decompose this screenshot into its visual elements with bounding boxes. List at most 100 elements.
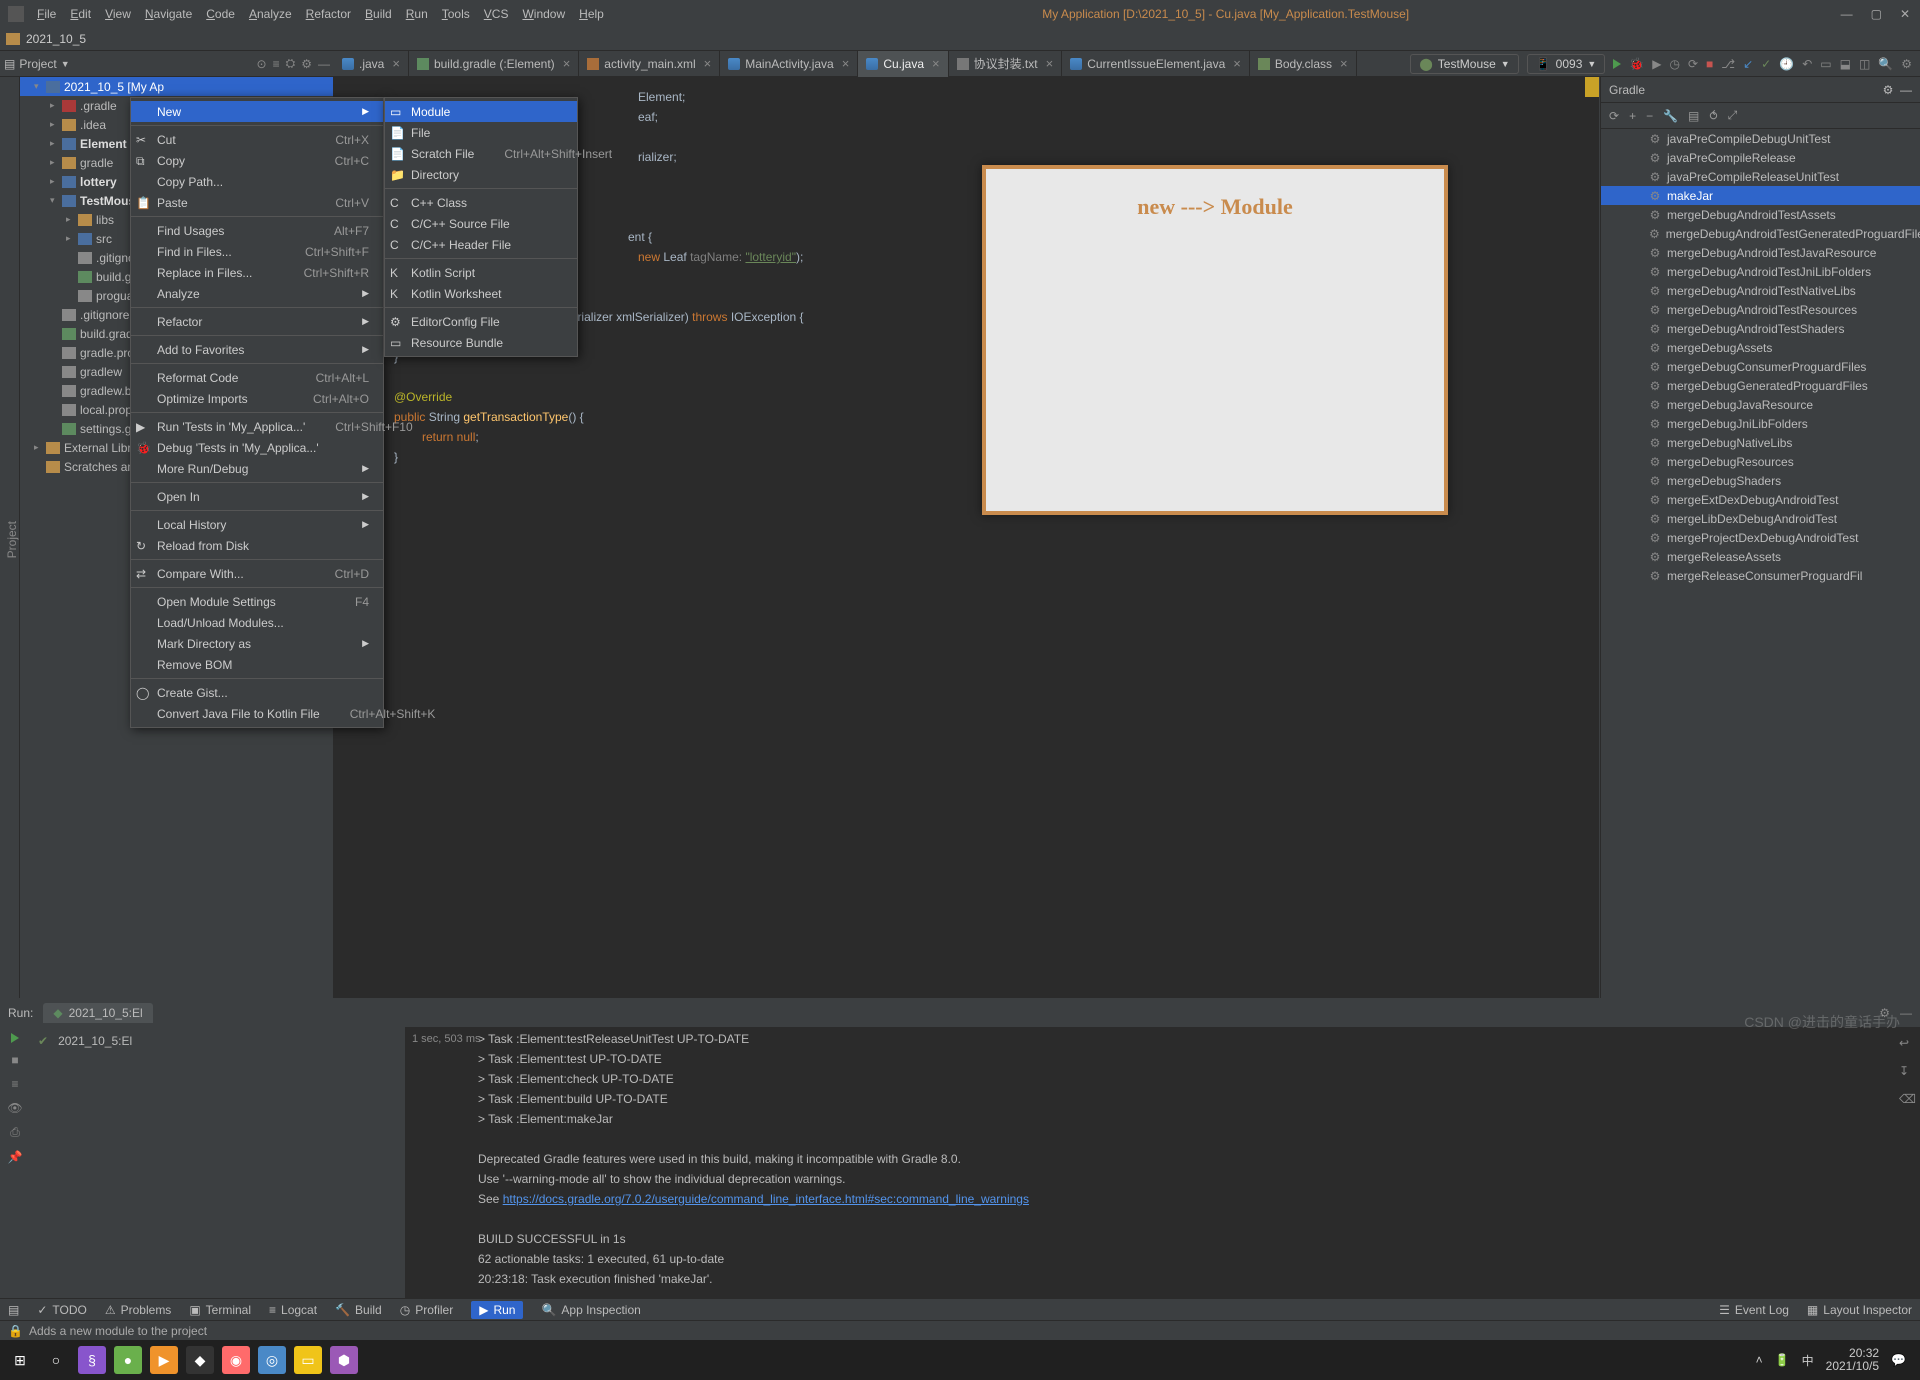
menu-item[interactable]: 🐞Debug 'Tests in 'My_Applica...'	[131, 437, 383, 458]
tool-build[interactable]: 🔨Build	[335, 1301, 382, 1319]
gradle-task[interactable]: ⚙mergeReleaseAssets	[1601, 547, 1920, 566]
gradle-task[interactable]: ⚙mergeDebugNativeLibs	[1601, 433, 1920, 452]
hide-icon[interactable]: —	[318, 57, 330, 71]
expand-icon[interactable]: ⤢	[1728, 108, 1738, 123]
menu-vcs[interactable]: VCS	[477, 3, 516, 25]
gradle-task[interactable]: ⚙mergeProjectDexDebugAndroidTest	[1601, 528, 1920, 547]
menu-item[interactable]: Refactor▶	[131, 311, 383, 332]
debug-icon[interactable]: 🐞	[1629, 57, 1644, 71]
menu-item[interactable]: Add to Favorites▶	[131, 339, 383, 360]
profile-icon[interactable]: ◷	[1669, 57, 1679, 71]
gear-icon[interactable]: ⚙	[1879, 1006, 1890, 1020]
gradle-task[interactable]: ⚙mergeDebugAndroidTestJavaResource	[1601, 243, 1920, 262]
menu-item[interactable]: Open Module SettingsF4	[131, 591, 383, 612]
gradle-task[interactable]: ⚙mergeDebugJniLibFolders	[1601, 414, 1920, 433]
app-icon-1[interactable]: §	[78, 1346, 106, 1374]
gradle-task[interactable]: ⚙mergeExtDexDebugAndroidTest	[1601, 490, 1920, 509]
editor-tab[interactable]: build.gradle (:Element)×	[409, 51, 579, 77]
gradle-task[interactable]: ⚙mergeDebugAndroidTestGeneratedProguardF…	[1601, 224, 1920, 243]
gradle-task[interactable]: ⚙javaPreCompileDebugUnitTest	[1601, 129, 1920, 148]
notification-icon[interactable]: 💬	[1891, 1353, 1906, 1367]
close-tab-icon[interactable]: ×	[704, 56, 712, 71]
expand-icon[interactable]: ⛭	[286, 56, 296, 71]
docs-link[interactable]: https://docs.gradle.org/7.0.2/userguide/…	[503, 1192, 1029, 1206]
menu-item[interactable]: Load/Unload Modules...	[131, 612, 383, 633]
app-icon-3[interactable]: ▶	[150, 1346, 178, 1374]
menu-analyze[interactable]: Analyze	[242, 3, 299, 25]
gradle-task[interactable]: ⚙javaPreCompileReleaseUnitTest	[1601, 167, 1920, 186]
tool-logcat[interactable]: ≡Logcat	[269, 1301, 317, 1319]
editor-tab[interactable]: CurrentIssueElement.java×	[1062, 51, 1250, 77]
exec-icon[interactable]: ⥀	[1709, 109, 1717, 123]
gradle-task[interactable]: ⚙mergeReleaseConsumerProguardFil	[1601, 566, 1920, 585]
sort-icon[interactable]: ≡	[273, 57, 280, 71]
menu-item[interactable]: KKotlin Script	[385, 262, 577, 283]
menu-item[interactable]: Convert Java File to Kotlin FileCtrl+Alt…	[131, 703, 383, 724]
gradle-task[interactable]: ⚙mergeDebugAndroidTestShaders	[1601, 319, 1920, 338]
menu-item[interactable]: Analyze▶	[131, 283, 383, 304]
clock-date[interactable]: 2021/10/5	[1826, 1360, 1879, 1373]
editor-tab[interactable]: Body.class×	[1250, 51, 1357, 77]
menu-item[interactable]: Optimize ImportsCtrl+Alt+O	[131, 388, 383, 409]
project-stripe[interactable]: Project	[5, 521, 19, 558]
menu-item[interactable]: ▭Module	[385, 101, 577, 122]
menu-item[interactable]: CC/C++ Source File	[385, 213, 577, 234]
coverage-icon[interactable]: ▶	[1652, 57, 1661, 71]
menu-item[interactable]: CC++ Class	[385, 192, 577, 213]
menu-item[interactable]: More Run/Debug▶	[131, 458, 383, 479]
gradle-task[interactable]: ⚙mergeDebugConsumerProguardFiles	[1601, 357, 1920, 376]
revert-icon[interactable]: ↶	[1802, 57, 1812, 71]
tree-item[interactable]: ▾2021_10_5 [My Ap	[20, 77, 333, 96]
app-icon-6[interactable]: ◎	[258, 1346, 286, 1374]
lock-icon[interactable]: 🔒	[8, 1324, 23, 1338]
stop-icon[interactable]: ■	[1706, 57, 1713, 71]
gradle-task[interactable]: ⚙mergeDebugAssets	[1601, 338, 1920, 357]
tool-app-inspection[interactable]: 🔍App Inspection	[541, 1301, 640, 1319]
menu-item[interactable]: ◯Create Gist...	[131, 682, 383, 703]
tool-layout-inspector[interactable]: ▦Layout Inspector	[1807, 1303, 1912, 1317]
breadcrumb[interactable]: 2021_10_5	[26, 32, 86, 46]
menu-item[interactable]: Mark Directory as▶	[131, 633, 383, 654]
menu-refactor[interactable]: Refactor	[299, 3, 358, 25]
hide-icon[interactable]: —	[1900, 1006, 1912, 1020]
stripes-icon[interactable]: ▤	[8, 1303, 19, 1317]
context-menu-new[interactable]: ▭Module📄File📄Scratch FileCtrl+Alt+Shift+…	[384, 97, 578, 357]
menu-navigate[interactable]: Navigate	[138, 3, 199, 25]
show-icon[interactable]: 👁	[7, 1101, 22, 1115]
tool-todo[interactable]: ✓TODO	[37, 1301, 87, 1319]
close-tab-icon[interactable]: ×	[1046, 56, 1054, 71]
editor-tab[interactable]: Cu.java×	[858, 51, 948, 77]
app-icon-5[interactable]: ◉	[222, 1346, 250, 1374]
menu-item[interactable]: Copy Path...	[131, 171, 383, 192]
minimize-icon[interactable]: —	[1841, 7, 1853, 21]
menu-view[interactable]: View	[98, 3, 138, 25]
run-config-dropdown[interactable]: ⬤TestMouse▼	[1410, 54, 1518, 74]
menu-item[interactable]: Find in Files...Ctrl+Shift+F	[131, 241, 383, 262]
close-tab-icon[interactable]: ×	[392, 56, 400, 71]
commit-icon[interactable]: ✓	[1761, 57, 1771, 71]
close-tab-icon[interactable]: ×	[563, 56, 571, 71]
rerun-icon[interactable]	[11, 1033, 19, 1043]
gradle-task[interactable]: ⚙mergeDebugAndroidTestAssets	[1601, 205, 1920, 224]
link-icon[interactable]: +	[1629, 109, 1636, 123]
menu-item[interactable]: Open In▶	[131, 486, 383, 507]
sdk-icon[interactable]: ⬓	[1840, 57, 1851, 71]
menu-item[interactable]: 📄File	[385, 122, 577, 143]
resmgr-icon[interactable]: ◫	[1859, 57, 1870, 71]
close-icon[interactable]: ✕	[1900, 7, 1910, 21]
context-menu-main[interactable]: New▶✂CutCtrl+X⧉CopyCtrl+CCopy Path...📋Pa…	[130, 97, 384, 728]
soft-wrap-icon[interactable]: ↩	[1899, 1033, 1916, 1053]
tool-problems[interactable]: ⚠Problems	[105, 1301, 171, 1319]
tool-profiler[interactable]: ◷Profiler	[400, 1301, 454, 1319]
gradle-task[interactable]: ⚙mergeDebugResources	[1601, 452, 1920, 471]
stop-icon[interactable]: ■	[11, 1053, 18, 1067]
locate-icon[interactable]: ⊙	[257, 57, 267, 71]
menu-item[interactable]: ⚙EditorConfig File	[385, 311, 577, 332]
start-icon[interactable]: ⊞	[6, 1346, 34, 1374]
editor-tab[interactable]: activity_main.xml×	[579, 51, 720, 77]
menu-item[interactable]: New▶	[131, 101, 383, 122]
pin-icon[interactable]: 📌	[8, 1150, 23, 1164]
chevron-down-icon[interactable]: ▼	[61, 59, 70, 69]
avd-icon[interactable]: ▭	[1820, 57, 1831, 71]
wrench-icon[interactable]: 🔧	[1663, 109, 1678, 123]
